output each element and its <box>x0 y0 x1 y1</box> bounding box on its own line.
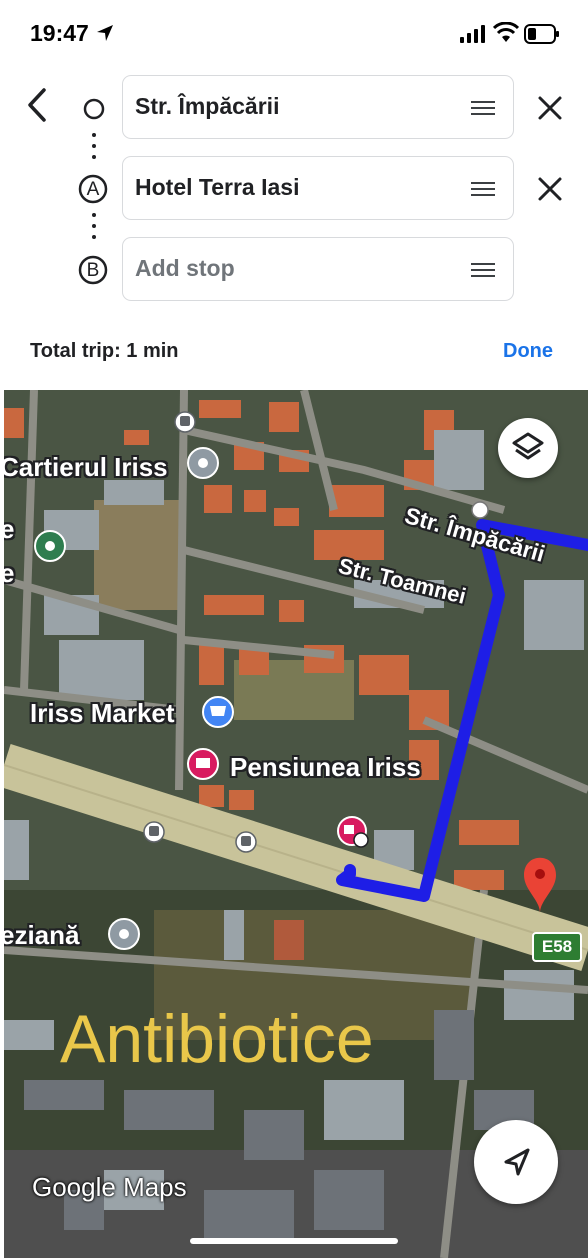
map-view[interactable]: Cartierul Iriss e e Str. Împăcării Str. … <box>4 390 588 1258</box>
road-sign-e58: E58 <box>532 932 582 962</box>
remove-origin-button[interactable] <box>536 94 564 122</box>
wifi-icon <box>493 22 519 42</box>
status-bar: 19:47 <box>0 0 588 66</box>
marker-b-label: B <box>86 260 100 281</box>
origin-circle-icon <box>83 98 105 120</box>
remove-destination-button[interactable] <box>536 175 564 203</box>
drag-handle-icon[interactable] <box>471 262 495 278</box>
back-button[interactable] <box>22 84 54 126</box>
home-indicator <box>190 1238 398 1244</box>
done-button[interactable]: Done <box>503 340 553 363</box>
drag-handle-icon[interactable] <box>471 181 495 197</box>
total-trip-text: Total trip: 1 min <box>30 340 179 362</box>
origin-field[interactable]: Str. Împăcării <box>122 75 514 139</box>
location-arrow-icon <box>97 25 113 41</box>
drag-handle-icon[interactable] <box>471 100 495 116</box>
add-stop-placeholder: Add stop <box>135 255 235 281</box>
route-dots-icon <box>92 213 96 239</box>
map-label-cartierul[interactable]: Cartierul Iriss <box>4 452 168 483</box>
cellular-signal-icon <box>460 25 485 43</box>
google-maps-attribution: Google Maps <box>32 1172 187 1202</box>
marker-b-icon: B <box>78 255 108 285</box>
map-label-iriss-market[interactable]: Iriss Market <box>30 698 175 729</box>
add-stop-field[interactable]: Add stop <box>122 237 514 301</box>
navigation-arrow-icon <box>504 1148 530 1176</box>
map-label-edge-e2: e <box>4 558 15 588</box>
map-label-veneziana[interactable]: eziană <box>4 920 80 951</box>
battery-icon <box>524 24 559 44</box>
layers-button[interactable] <box>498 418 558 478</box>
antibiotice-watermark: Antibiotice <box>60 1001 374 1077</box>
destination-field[interactable]: Hotel Terra Iasi <box>122 156 514 220</box>
layers-icon <box>512 432 544 460</box>
map-label-edge-e1: e <box>4 514 15 544</box>
map-label-pensiunea[interactable]: Pensiunea Iriss <box>230 752 421 783</box>
destination-text: Hotel Terra Iasi <box>135 174 300 200</box>
recenter-navigation-button[interactable] <box>474 1120 558 1204</box>
marker-a-icon: A <box>78 174 108 204</box>
status-time: 19:47 <box>30 20 89 46</box>
route-dots-icon <box>92 133 96 159</box>
origin-text: Str. Împăcării <box>135 93 280 119</box>
marker-a-label: A <box>86 179 100 200</box>
